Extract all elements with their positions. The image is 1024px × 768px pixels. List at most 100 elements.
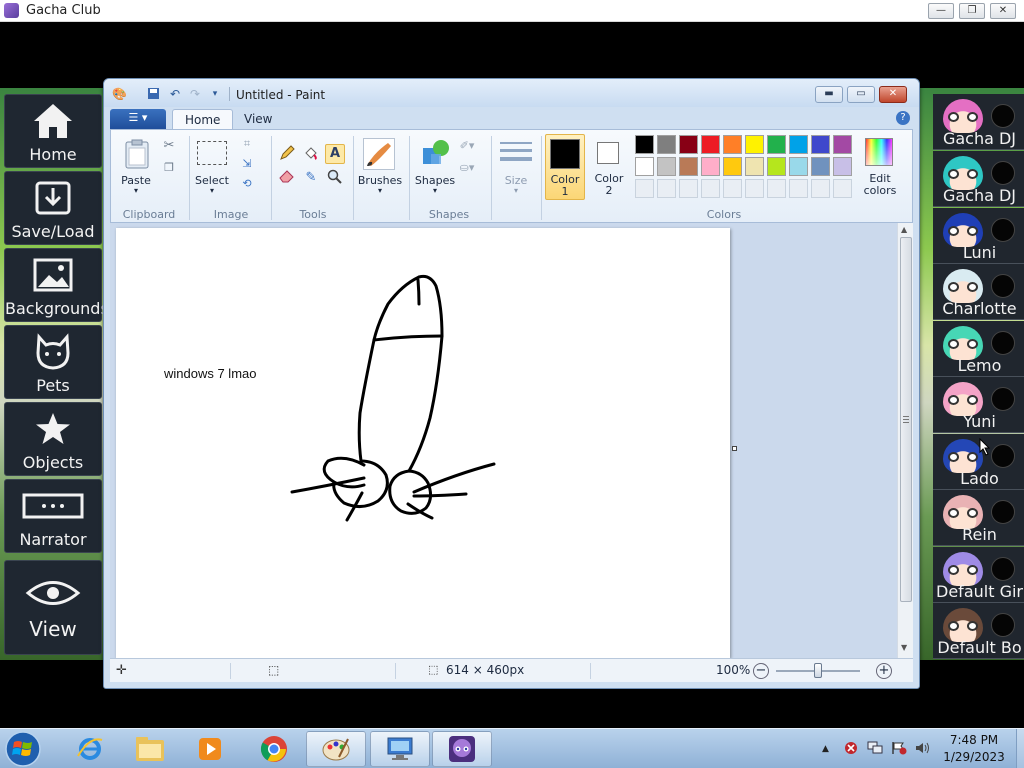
action-center-flag-icon[interactable] <box>891 741 907 758</box>
taskbar-paint[interactable] <box>306 731 366 767</box>
shapes-button[interactable]: Shapes ▾ <box>413 136 457 198</box>
palette-swatch[interactable] <box>745 135 764 154</box>
brushes-button[interactable]: Brushes ▾ <box>357 136 403 198</box>
scroll-up-icon[interactable]: ▲ <box>901 225 907 234</box>
character-select-toggle[interactable] <box>991 387 1015 411</box>
color1-button[interactable]: Color 1 <box>545 134 585 200</box>
palette-swatch[interactable] <box>767 157 786 176</box>
network-icon[interactable] <box>867 741 883 758</box>
palette-custom-slot[interactable] <box>745 179 764 198</box>
color-picker-icon[interactable]: ✎ <box>301 168 321 188</box>
palette-swatch[interactable] <box>789 135 808 154</box>
paint-close-button[interactable]: ✕ <box>879 86 907 103</box>
palette-swatch[interactable] <box>657 157 676 176</box>
undo-icon[interactable]: ↶ <box>168 87 182 101</box>
security-alert-icon[interactable] <box>844 741 858 758</box>
tab-view[interactable]: View <box>232 109 284 130</box>
canvas-resize-handle[interactable] <box>732 446 737 451</box>
character-select-toggle[interactable] <box>991 218 1015 242</box>
palette-swatch[interactable] <box>635 157 654 176</box>
taskbar-gacha-club[interactable] <box>432 731 492 767</box>
redo-icon[interactable]: ↷ <box>188 87 202 101</box>
palette-swatch[interactable] <box>701 135 720 154</box>
menu-view-button[interactable]: View <box>4 560 102 655</box>
palette-swatch[interactable] <box>811 157 830 176</box>
palette-swatch[interactable] <box>767 135 786 154</box>
cut-icon[interactable]: ✂ <box>159 136 179 156</box>
pencil-icon[interactable] <box>277 144 297 164</box>
palette-swatch[interactable] <box>723 157 742 176</box>
taskbar-remote-desktop[interactable] <box>370 731 430 767</box>
vertical-scrollbar[interactable]: ▲ ▼ <box>897 223 913 658</box>
file-menu-button[interactable]: ☰ ▾ <box>110 109 166 129</box>
fill-icon[interactable]: ⛀▾ <box>457 158 477 178</box>
palette-swatch[interactable] <box>635 135 654 154</box>
gacha-close-button[interactable]: ✕ <box>990 3 1016 19</box>
magnifier-icon[interactable] <box>325 168 345 188</box>
zoom-out-button[interactable]: − <box>753 663 769 679</box>
character-slot[interactable]: Charlotte <box>933 264 1024 320</box>
menu-pets-button[interactable]: Pets <box>4 325 102 399</box>
menu-objects-button[interactable]: Objects <box>4 402 102 476</box>
palette-swatch[interactable] <box>723 135 742 154</box>
edit-colors-button[interactable]: Edit colors <box>857 134 903 200</box>
palette-custom-slot[interactable] <box>723 179 742 198</box>
taskbar-chrome[interactable] <box>244 731 304 767</box>
crop-icon[interactable]: ⌗ <box>237 134 257 154</box>
palette-swatch[interactable] <box>833 135 852 154</box>
paste-button[interactable]: Paste ▾ <box>119 136 153 196</box>
paint-maximize-button[interactable]: ▭ <box>847 86 875 103</box>
palette-custom-slot[interactable] <box>789 179 808 198</box>
character-select-toggle[interactable] <box>991 331 1015 355</box>
palette-custom-slot[interactable] <box>679 179 698 198</box>
menu-save-load-button[interactable]: Save/Load <box>4 171 102 245</box>
scroll-down-icon[interactable]: ▼ <box>901 643 907 652</box>
menu-home-button[interactable]: Home <box>4 94 102 168</box>
gacha-minimize-button[interactable]: — <box>928 3 954 19</box>
help-icon[interactable]: ? <box>896 111 910 125</box>
character-select-toggle[interactable] <box>991 444 1015 468</box>
palette-swatch[interactable] <box>657 135 676 154</box>
character-slot[interactable]: Gacha DJ <box>933 151 1024 207</box>
character-slot[interactable]: Gacha DJ <box>933 94 1024 150</box>
paint-minimize-button[interactable]: ▬ <box>815 86 843 103</box>
customize-toolbar-icon[interactable]: ▾ <box>208 87 222 101</box>
palette-custom-slot[interactable] <box>811 179 830 198</box>
show-hidden-icons-button[interactable]: ▲ <box>822 744 829 754</box>
palette-swatch[interactable] <box>679 157 698 176</box>
palette-swatch[interactable] <box>745 157 764 176</box>
zoom-slider-thumb[interactable] <box>814 663 822 678</box>
drawing-canvas[interactable]: windows 7 lmao <box>116 228 730 658</box>
volume-icon[interactable] <box>914 741 930 758</box>
tab-home[interactable]: Home <box>172 109 234 130</box>
palette-swatch[interactable] <box>789 157 808 176</box>
rotate-icon[interactable]: ⟲ <box>237 174 257 194</box>
gacha-restore-button[interactable]: ❐ <box>959 3 985 19</box>
show-desktop-button[interactable] <box>1016 729 1024 768</box>
taskbar-media-player[interactable] <box>180 731 240 767</box>
character-slot[interactable]: Rein <box>933 490 1024 546</box>
palette-custom-slot[interactable] <box>657 179 676 198</box>
character-slot[interactable]: Default Gir <box>933 547 1024 603</box>
size-button[interactable]: Size ▾ <box>497 136 535 198</box>
character-select-toggle[interactable] <box>991 161 1015 185</box>
character-select-toggle[interactable] <box>991 500 1015 524</box>
character-select-toggle[interactable] <box>991 104 1015 128</box>
save-icon[interactable] <box>146 87 160 101</box>
character-slot[interactable]: Yuni <box>933 377 1024 433</box>
taskbar-clock[interactable]: 7:48 PM 1/29/2023 <box>930 732 1018 766</box>
palette-custom-slot[interactable] <box>635 179 654 198</box>
taskbar-file-explorer[interactable] <box>120 731 180 767</box>
palette-custom-slot[interactable] <box>833 179 852 198</box>
color2-button[interactable]: Color 2 <box>589 134 629 200</box>
character-slot[interactable]: Lemo <box>933 321 1024 377</box>
character-select-toggle[interactable] <box>991 613 1015 637</box>
copy-icon[interactable]: ❐ <box>159 158 179 178</box>
palette-swatch[interactable] <box>701 157 720 176</box>
zoom-in-button[interactable]: + <box>876 663 892 679</box>
menu-narrator-button[interactable]: Narrator <box>4 479 102 553</box>
menu-backgrounds-button[interactable]: Backgrounds <box>4 248 109 322</box>
select-button[interactable]: Select ▾ <box>195 136 229 198</box>
palette-swatch[interactable] <box>679 135 698 154</box>
outline-icon[interactable]: ✐▾ <box>457 136 477 156</box>
